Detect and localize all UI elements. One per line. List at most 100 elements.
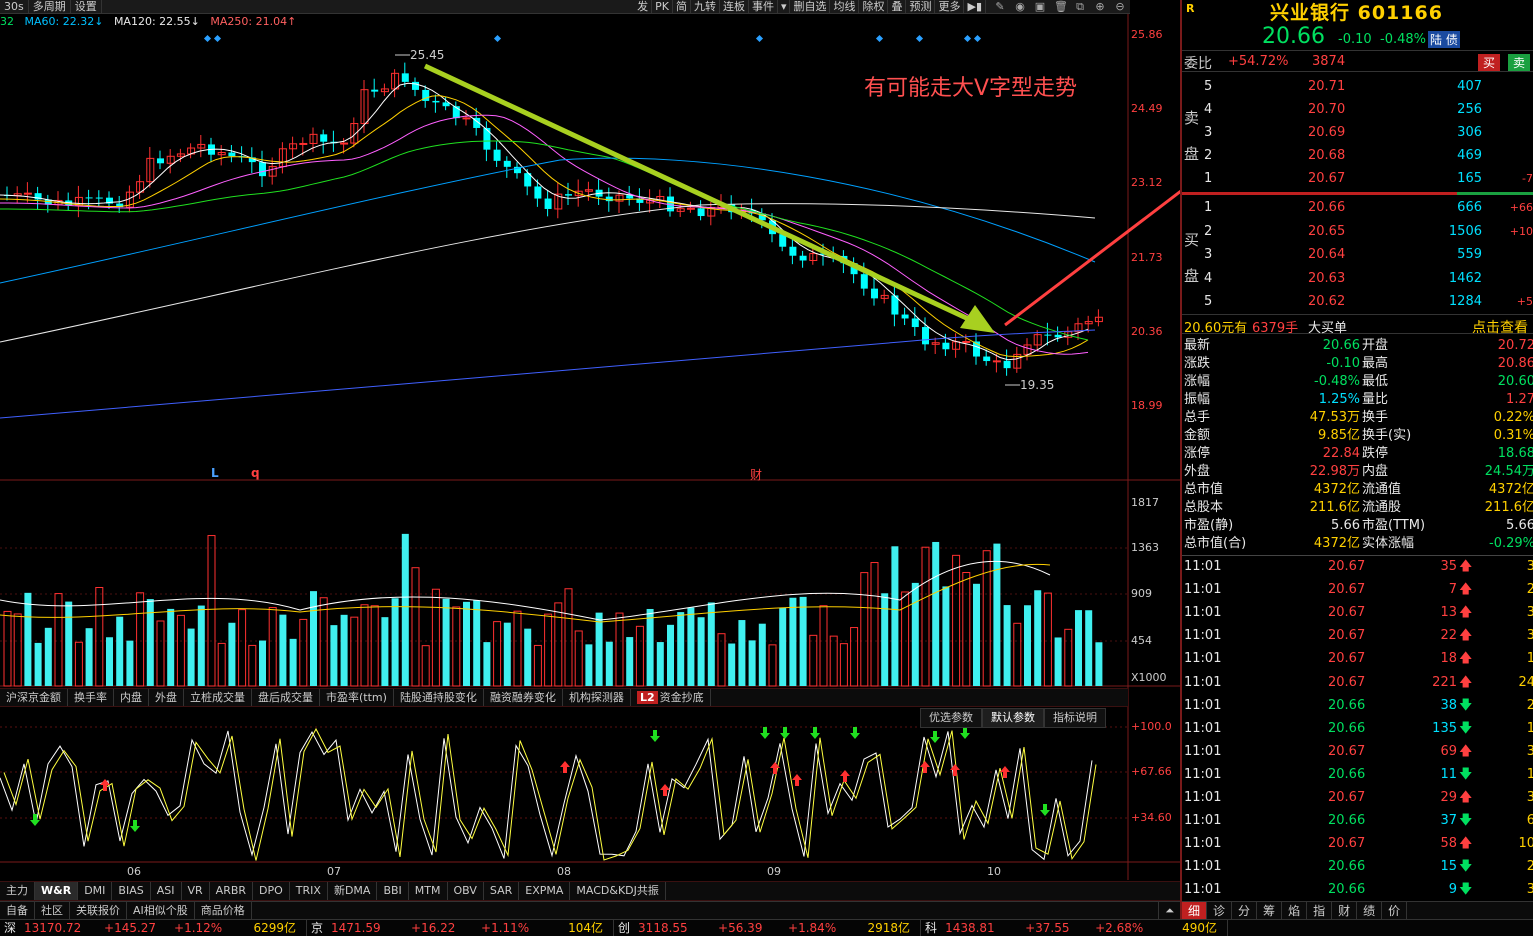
indicator-tab[interactable]: 内盘 — [114, 689, 149, 706]
tick-price: 20.67 — [1328, 674, 1366, 690]
indicator-tab[interactable]: 外盘 — [149, 689, 184, 706]
indicator-switch-tab[interactable]: BIAS — [112, 882, 151, 900]
indicator-switch-tab[interactable]: VR — [182, 882, 210, 900]
ask-lvl: 5 — [1204, 79, 1213, 94]
volume-bar-up — [207, 535, 216, 687]
right-tab[interactable]: 细 — [1182, 902, 1208, 919]
bid-level-row[interactable]: 2 20.65 1506 +10 — [1182, 220, 1533, 243]
stat-k1: 涨跌 — [1184, 356, 1211, 371]
indicator-switch-tab[interactable]: BBI — [377, 882, 409, 900]
indicator-tab[interactable]: 市盈率(ttm) — [320, 689, 394, 706]
ask-level-row[interactable]: 1 20.67 165 -7 — [1182, 167, 1533, 190]
big-order-link[interactable]: 点击查看 — [1472, 317, 1528, 337]
chart-canvas[interactable] — [0, 0, 1180, 901]
ask-level-row[interactable]: 2 20.68 469 — [1182, 144, 1533, 167]
indicator-switch-tab[interactable]: ARBR — [210, 882, 254, 900]
bottom-tab[interactable]: 商品价格 — [195, 902, 252, 919]
right-tab[interactable]: 指 — [1307, 902, 1333, 919]
indicator-tab[interactable]: 换手率 — [68, 689, 114, 706]
index-quote[interactable]: 创 3118.55 +56.39 +1.84% 2918亿 — [614, 920, 922, 936]
candle-down — [983, 356, 991, 362]
param-tab[interactable]: 默认参数 — [982, 708, 1044, 728]
right-tab[interactable]: 诊 — [1207, 902, 1233, 919]
tick-row: 11:01 20.67 221 🡅 24 — [1182, 671, 1533, 694]
ask-level-row[interactable]: 3 20.69 306 — [1182, 121, 1533, 144]
indicator-switch-tab[interactable]: 新DMA — [328, 882, 378, 900]
indicator-tab[interactable]: 沪深京金额 — [0, 689, 68, 706]
indicator-switch-tab[interactable]: SAR — [484, 882, 520, 900]
right-tab[interactable]: 筹 — [1257, 902, 1283, 919]
indicator-tab[interactable]: 融资融券变化 — [484, 689, 563, 706]
marker-financial[interactable]: 财 — [750, 466, 762, 483]
index-quote[interactable]: 科 1438.81 +37.55 +2.68% 490亿 — [921, 920, 1229, 936]
volume-bar-down — [626, 637, 634, 686]
indicator-switch-tab[interactable]: MACD&KDJ共振 — [570, 882, 666, 900]
volume-bar-up — [819, 605, 828, 687]
right-tab[interactable]: 价 — [1382, 902, 1408, 919]
event-diamond-icon — [213, 34, 222, 43]
volume-bar-up — [513, 610, 522, 687]
indicator-tab[interactable]: L2 资金抄底 — [631, 689, 711, 706]
candle-down — [432, 100, 440, 103]
param-tab[interactable]: 优选参数 — [920, 708, 982, 728]
tick-time: 11:01 — [1184, 697, 1222, 713]
marker-l[interactable]: L — [211, 466, 219, 480]
indicator-switch-tab[interactable]: OBV — [448, 882, 484, 900]
sell-signal-arrow-icon — [760, 727, 770, 739]
big-order-row[interactable]: 20.60元有 6379手 大买单 点击查看 — [1182, 314, 1533, 337]
volume-bar-down — [463, 601, 470, 686]
bottom-tab[interactable]: 社区 — [35, 902, 70, 919]
sell-button[interactable]: 卖 — [1508, 54, 1531, 71]
right-tab[interactable]: 焰 — [1282, 902, 1308, 919]
index-quote[interactable]: 京 1471.59 +16.22 +1.11% 104亿 — [307, 920, 615, 936]
marker-q[interactable]: q — [251, 466, 260, 480]
index-quote[interactable]: 深 13170.72 +145.27 +1.12% 6299亿 — [0, 920, 308, 936]
wr-tick: +100.0 — [1131, 720, 1172, 733]
candle-up — [299, 142, 308, 145]
right-tab[interactable]: 绩 — [1357, 902, 1383, 919]
indicator-tab[interactable]: 立桩成交量 — [184, 689, 252, 706]
bid-extra: +5 — [1516, 295, 1533, 308]
volume-bar-down — [779, 607, 787, 686]
ask-level-row[interactable]: 4 20.70 256 — [1182, 98, 1533, 121]
price-tick: 23.12 — [1131, 176, 1163, 189]
volume-bar-down — [44, 627, 52, 686]
indicator-switch-tab[interactable]: MTM — [409, 882, 448, 900]
indicator-switch-tab[interactable]: EXPMA — [519, 882, 571, 900]
tag-badge[interactable]: 陆 债 — [1428, 31, 1460, 48]
expand-icon[interactable]: ⏶ — [1158, 902, 1180, 919]
stat-row: 总手 47.53万 换手 0.22% — [1182, 409, 1533, 427]
volume-bar-up — [54, 593, 63, 687]
bid-level-row[interactable]: 3 20.64 559 — [1182, 243, 1533, 266]
bottom-tab[interactable]: AI相似个股 — [127, 902, 195, 919]
volume-bar-down — [748, 640, 756, 686]
volume-bar-down — [942, 586, 950, 686]
stat-v2: 1.27 — [1506, 392, 1533, 407]
index-status-bar: 深 13170.72 +145.27 +1.12% 6299亿京 1471.59 +16.2… — [0, 919, 1533, 936]
indicator-tab[interactable]: 陆股通持股变化 — [394, 689, 484, 706]
buy-button[interactable]: 买 — [1478, 54, 1501, 71]
stat-v2: 0.22% — [1493, 410, 1533, 425]
indicator-switch-tab[interactable]: ASI — [151, 882, 182, 900]
stat-v2: 211.6亿 — [1484, 500, 1533, 515]
bottom-tab[interactable]: 关联报价 — [70, 902, 127, 919]
bid-vol: 559 — [1457, 247, 1482, 262]
indicator-switch-tab[interactable]: DPO — [253, 882, 290, 900]
indicator-switch-tab[interactable]: W&R — [35, 882, 79, 900]
bottom-tab[interactable]: 自备 — [0, 902, 35, 919]
indicator-switch-tab[interactable]: DMI — [78, 882, 113, 900]
indicator-tabs: 沪深京金额 换手率 内盘 外盘 立桩成交量 盘后成交量 市盈率(ttm) 陆股通持股变化 融资融… — [0, 688, 1128, 707]
volume-bar-down — [687, 607, 695, 686]
bid-level-row[interactable]: 5 20.62 1284 +5 — [1182, 290, 1533, 313]
indicator-tab[interactable]: 机构探测器 — [563, 689, 631, 706]
bid-level-row[interactable]: 4 20.63 1462 — [1182, 267, 1533, 290]
indicator-tab[interactable]: 盘后成交量 — [252, 689, 320, 706]
indicator-switch-tab[interactable]: 主力 — [0, 882, 35, 900]
right-tab[interactable]: 财 — [1332, 902, 1358, 919]
bid-level-row[interactable]: 1 20.66 666 +66 — [1182, 196, 1533, 219]
ask-level-row[interactable]: 5 20.71 407 — [1182, 75, 1533, 98]
param-tab[interactable]: 指标说明 — [1044, 708, 1106, 728]
indicator-switch-tab[interactable]: TRIX — [290, 882, 328, 900]
candle-down — [605, 196, 613, 202]
right-tab[interactable]: 分 — [1232, 902, 1258, 919]
